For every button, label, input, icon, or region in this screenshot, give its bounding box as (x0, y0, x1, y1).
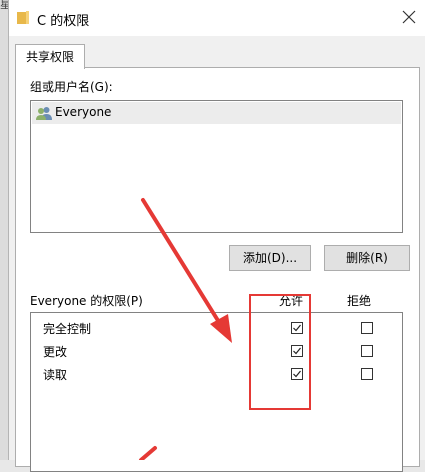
permissions-label: Everyone 的权限(P) (30, 294, 143, 308)
groups-label: 组或用户名(G): (30, 80, 113, 94)
window-title: C 的权限 (37, 14, 90, 29)
permissions-list: 完全控制 更改 读取 (30, 312, 403, 472)
deny-checkbox[interactable] (361, 345, 373, 357)
checkmark-icon (293, 370, 301, 378)
permission-name: 更改 (43, 345, 68, 359)
permission-name: 完全控制 (43, 322, 92, 336)
list-item-everyone[interactable]: Everyone (32, 102, 401, 124)
permission-name: 读取 (43, 368, 68, 382)
allow-checkbox[interactable] (291, 322, 303, 334)
permissions-dialog: C 的权限 共享权限 组或用户名(G): Everyone 添加(D)... 删… (8, 0, 425, 472)
deny-header: 拒绝 (347, 294, 372, 308)
checkmark-icon (293, 347, 301, 355)
remove-button[interactable]: 删除(R) (324, 245, 410, 271)
permission-row-read: 读取 (31, 363, 402, 385)
close-icon[interactable] (402, 10, 416, 24)
title-bar[interactable]: C 的权限 (9, 0, 425, 36)
group-list[interactable]: Everyone (30, 100, 403, 233)
group-name: Everyone (55, 105, 112, 119)
folder-icon (17, 11, 29, 24)
permission-row-full-control: 完全控制 (31, 317, 402, 339)
permission-row-change: 更改 (31, 340, 402, 362)
deny-checkbox[interactable] (361, 322, 373, 334)
tab-panel: 组或用户名(G): Everyone 添加(D)... 删除(R) Everyo… (15, 67, 420, 472)
allow-checkbox[interactable] (291, 345, 303, 357)
tab-share-permissions[interactable]: 共享权限 (15, 44, 86, 69)
allow-checkbox[interactable] (291, 368, 303, 380)
add-button[interactable]: 添加(D)... (229, 245, 311, 271)
background-window-edge: 星期日 (0, 0, 33, 460)
checkmark-icon (293, 324, 301, 332)
users-icon (36, 107, 52, 120)
deny-checkbox[interactable] (361, 368, 373, 380)
allow-header: 允许 (279, 294, 304, 308)
